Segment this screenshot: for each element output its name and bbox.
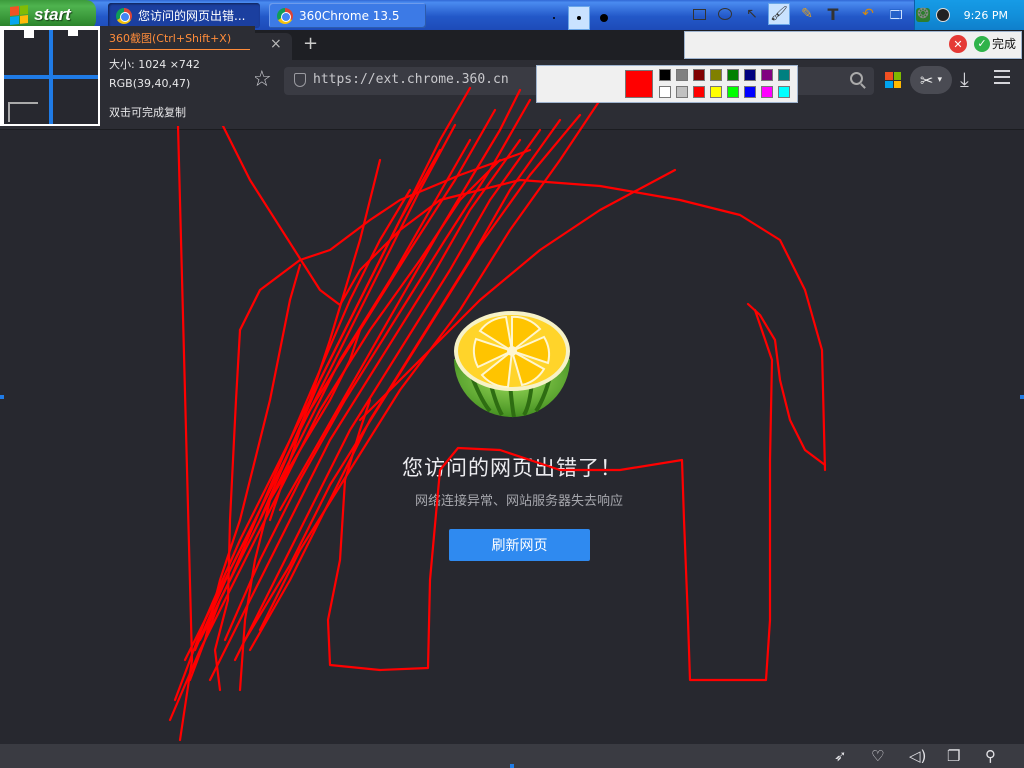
- brush-icon[interactable]: 🖌: [768, 3, 790, 25]
- search-icon[interactable]: [850, 72, 863, 85]
- selection-handle[interactable]: [0, 395, 4, 399]
- chevron-down-icon: ▾: [937, 75, 942, 85]
- zoom-search-icon[interactable]: ⚲: [985, 747, 996, 765]
- color-swatch[interactable]: [727, 69, 739, 81]
- rectangle-icon[interactable]: [688, 3, 710, 25]
- arrow-icon[interactable]: ↖: [741, 3, 763, 25]
- chrome-icon: [277, 7, 293, 24]
- clock[interactable]: 9:26 PM: [964, 9, 1008, 22]
- screenshot-tool-title: 360截图(Ctrl+Shift+X): [109, 30, 250, 50]
- crosshair-horizontal: [4, 75, 98, 79]
- new-tab-icon[interactable]: +: [303, 33, 318, 54]
- color-swatch[interactable]: [761, 69, 773, 81]
- taskbar-item-error-page[interactable]: 您访问的网页出错...: [108, 3, 260, 28]
- url-text[interactable]: https://ext.chrome.360.cn: [313, 72, 509, 87]
- color-swatch[interactable]: [761, 86, 773, 98]
- rocket-icon[interactable]: ➶: [834, 747, 847, 765]
- done-label: 完成: [992, 37, 1017, 51]
- scissors-icon: ✂: [920, 70, 934, 90]
- ellipse-icon[interactable]: [714, 3, 736, 25]
- color-swatch[interactable]: [710, 69, 722, 81]
- error-title: 您访问的网页出错了！: [402, 456, 622, 480]
- cancel-icon[interactable]: ✕: [949, 35, 967, 53]
- brush-size-medium[interactable]: [568, 6, 590, 30]
- color-swatch[interactable]: [693, 86, 705, 98]
- taskbar-item-label: 您访问的网页出错...: [138, 9, 246, 23]
- volume-icon[interactable]: ◁): [909, 747, 926, 765]
- save-icon[interactable]: ▣: [884, 3, 906, 25]
- color-swatch[interactable]: [659, 69, 671, 81]
- magnifier-preview: [0, 26, 100, 126]
- done-button[interactable]: ✓ 完成: [974, 35, 1016, 52]
- copy-hint: 双击可完成复制: [109, 106, 186, 119]
- color-swatch[interactable]: [744, 69, 756, 81]
- taskbar-item-label: 360Chrome 13.5: [299, 8, 400, 23]
- refresh-button[interactable]: 刷新网页: [449, 529, 590, 561]
- chrome-icon: [116, 7, 132, 24]
- brush-size-large[interactable]: [593, 6, 615, 30]
- heart-rate-icon[interactable]: ♡: [871, 747, 884, 765]
- color-swatch[interactable]: [727, 86, 739, 98]
- color-swatch[interactable]: [676, 86, 688, 98]
- color-swatch[interactable]: [710, 86, 722, 98]
- text-icon[interactable]: T: [822, 3, 844, 25]
- selection-handle[interactable]: [510, 764, 514, 768]
- annotation-toolbar: [684, 31, 1022, 59]
- menu-icon[interactable]: [994, 70, 1010, 88]
- color-swatch[interactable]: [693, 69, 705, 81]
- selection-handle[interactable]: [1020, 395, 1024, 399]
- brush-size-small[interactable]: [543, 6, 565, 30]
- error-subtitle: 网络连接异常、网站服务器失去响应: [414, 494, 623, 509]
- color-swatch[interactable]: [744, 86, 756, 98]
- color-swatch[interactable]: [676, 69, 688, 81]
- undo-icon[interactable]: ↶: [857, 3, 879, 25]
- color-swatch[interactable]: [659, 86, 671, 98]
- lemon-illustration-icon: [454, 311, 570, 418]
- security-shield-icon[interactable]: [294, 73, 306, 87]
- page-content: [0, 130, 1024, 744]
- tab-close-icon[interactable]: ×: [270, 36, 282, 52]
- screenshot-scissors-button[interactable]: ✂ ▾: [910, 66, 952, 94]
- color-swatch[interactable]: [778, 69, 790, 81]
- taskbar-item-360chrome[interactable]: 360Chrome 13.5: [269, 3, 426, 28]
- color-swatch[interactable]: [778, 86, 790, 98]
- checkmark-icon: ✓: [974, 35, 990, 52]
- desktop: start 您访问的网页出错... 360Chrome 13.5 9:26 PM…: [0, 0, 1024, 768]
- apps-icon[interactable]: [885, 72, 901, 88]
- highlighter-icon[interactable]: ✎: [796, 3, 818, 25]
- windows-flag-icon: [10, 5, 28, 25]
- current-color-swatch[interactable]: [625, 70, 653, 98]
- download-icon[interactable]: ⤓: [960, 67, 969, 91]
- start-label: start: [34, 5, 71, 24]
- screenshot-info-panel: 360截图(Ctrl+Shift+X) 大小: 1024 ×742 RGB(39…: [100, 26, 255, 126]
- pixel-rgb: RGB(39,40,47): [109, 77, 191, 90]
- window-icon[interactable]: ❐: [947, 747, 960, 765]
- selection-size: 大小: 1024 ×742: [109, 58, 200, 71]
- mosaic-icon[interactable]: ❂: [912, 3, 934, 25]
- tray-app-icon[interactable]: [935, 8, 950, 22]
